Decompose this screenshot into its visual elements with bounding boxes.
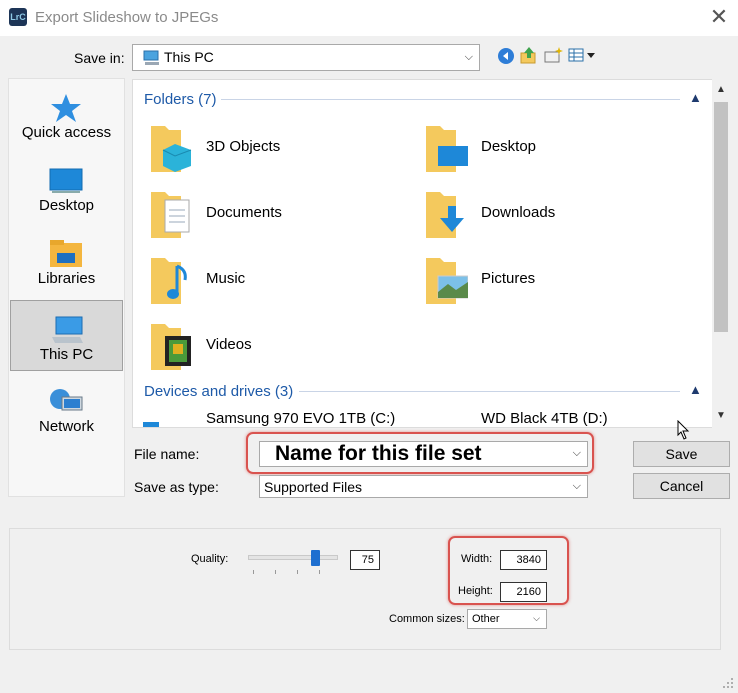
cancel-button[interactable]: Cancel: [633, 473, 730, 499]
computer-icon: [143, 50, 159, 65]
width-label: Width:: [461, 553, 493, 565]
videos-folder-icon: [151, 324, 191, 370]
folder-name: Downloads: [481, 204, 556, 221]
folder-desktop[interactable]: Desktop: [408, 118, 678, 178]
up-folder-icon: [520, 47, 536, 64]
place-network[interactable]: Network: [10, 373, 123, 444]
folders-group-header[interactable]: Folders (7): [144, 91, 217, 108]
save-in-value: This PC: [164, 49, 214, 65]
drive-name: Samsung 970 EVO 1TB (C:): [206, 410, 396, 427]
width-field[interactable]: 3840: [500, 550, 547, 570]
window-title: Export Slideshow to JPEGs: [35, 9, 219, 26]
slider-tick: [275, 570, 276, 574]
collapse-caret-icon[interactable]: ▲: [689, 90, 702, 105]
group-divider: [299, 391, 680, 392]
place-libraries[interactable]: Libraries: [10, 225, 123, 296]
back-button[interactable]: [497, 47, 515, 65]
windows-drive-icon: [143, 422, 159, 427]
common-sizes-value: Other: [472, 613, 500, 625]
chevron-down-icon: ⌵: [572, 479, 581, 492]
pictures-folder-icon: [426, 258, 468, 304]
file-name-label: File name:: [134, 446, 200, 462]
documents-folder-icon: [151, 192, 190, 238]
place-label: Quick access: [21, 124, 112, 141]
downloads-folder-icon: [426, 192, 464, 238]
desktop-icon: [49, 168, 83, 193]
quality-value-field[interactable]: 75: [350, 550, 380, 570]
back-arrow-icon: [498, 48, 514, 64]
new-folder-icon: [544, 47, 563, 63]
libraries-icon: [50, 240, 82, 267]
place-quick-access[interactable]: Quick access: [10, 79, 123, 150]
folder-downloads[interactable]: Downloads: [408, 184, 678, 244]
file-list[interactable]: Folders (7) ▲ 3D Objects Desktop Documen…: [132, 79, 730, 428]
mouse-cursor-icon: [677, 420, 690, 440]
collapse-caret-icon[interactable]: ▲: [689, 382, 702, 397]
this-pc-icon: [52, 316, 83, 343]
up-folder-button[interactable]: [520, 46, 538, 64]
new-folder-button[interactable]: [544, 46, 564, 64]
places-bar: Quick access Desktop Libraries This PC N…: [8, 78, 125, 497]
resize-grip-icon[interactable]: [722, 677, 734, 689]
save-as-type-value: Supported Files: [264, 479, 363, 495]
close-button[interactable]: ✕: [708, 5, 730, 29]
place-label: Desktop: [38, 197, 95, 214]
jpeg-options-panel: [9, 528, 721, 650]
quality-slider-track[interactable]: [248, 555, 338, 560]
view-grid-icon: [568, 48, 595, 62]
save-in-dropdown[interactable]: This PC ⌵: [132, 44, 480, 71]
folder-pictures[interactable]: Pictures: [408, 250, 678, 310]
folder-name: Music: [206, 270, 246, 287]
drive-c[interactable]: Samsung 970 EVO 1TB (C:): [133, 404, 403, 427]
network-icon: [50, 389, 83, 411]
quick-access-star-icon: [51, 94, 81, 122]
height-label: Height:: [458, 585, 493, 597]
common-sizes-dropdown[interactable]: Other ⌵: [467, 609, 547, 629]
folder-name: Desktop: [481, 138, 537, 155]
folder-videos[interactable]: Videos: [133, 316, 403, 376]
folder-3d-objects[interactable]: 3D Objects: [133, 118, 403, 178]
group-divider: [221, 99, 680, 100]
3d-objects-folder-icon: [151, 126, 192, 172]
save-in-label: Save in:: [74, 50, 125, 66]
place-label: Libraries: [37, 270, 96, 287]
devices-group-header[interactable]: Devices and drives (3): [144, 383, 293, 400]
save-as-type-dropdown[interactable]: Supported Files ⌵: [259, 475, 588, 498]
quality-slider-thumb[interactable]: [311, 550, 320, 566]
folder-documents[interactable]: Documents: [133, 184, 403, 244]
slider-tick: [297, 570, 298, 574]
folder-name: Documents: [206, 204, 282, 221]
slider-tick: [253, 570, 254, 574]
drive-d[interactable]: WD Black 4TB (D:): [408, 404, 678, 427]
place-label: This PC: [39, 346, 94, 363]
title-bar: LrC Export Slideshow to JPEGs ✕: [0, 0, 738, 36]
folder-name: 3D Objects: [206, 138, 281, 155]
folder-name: Pictures: [481, 270, 536, 287]
quality-label: Quality:: [191, 553, 229, 565]
music-folder-icon: [151, 258, 187, 304]
view-menu-button[interactable]: [568, 47, 596, 63]
place-label: Network: [38, 418, 94, 435]
save-button[interactable]: Save: [633, 441, 730, 467]
chevron-down-icon: ⌵: [464, 50, 473, 63]
scrollbar-thumb[interactable]: [714, 102, 728, 332]
place-desktop[interactable]: Desktop: [10, 152, 123, 223]
file-name-value: Name for this file set: [275, 442, 482, 465]
scroll-up-icon[interactable]: ▲: [716, 84, 726, 95]
chevron-down-icon: ⌵: [572, 446, 581, 459]
scroll-down-icon[interactable]: ▼: [716, 410, 726, 421]
common-sizes-label: Common sizes:: [389, 613, 465, 625]
lightroom-app-icon: LrC: [9, 8, 27, 26]
chevron-down-icon: ⌵: [533, 612, 540, 623]
folder-music[interactable]: Music: [133, 250, 403, 310]
height-field[interactable]: 2160: [500, 582, 547, 602]
file-name-input[interactable]: Name for this file set ⌵: [259, 441, 588, 467]
place-this-pc[interactable]: This PC: [10, 300, 123, 371]
folder-name: Videos: [206, 336, 252, 353]
slider-tick: [319, 570, 320, 574]
save-as-type-label: Save as type:: [134, 479, 219, 495]
desktop-folder-icon: [426, 126, 468, 172]
drive-name: WD Black 4TB (D:): [481, 410, 608, 427]
